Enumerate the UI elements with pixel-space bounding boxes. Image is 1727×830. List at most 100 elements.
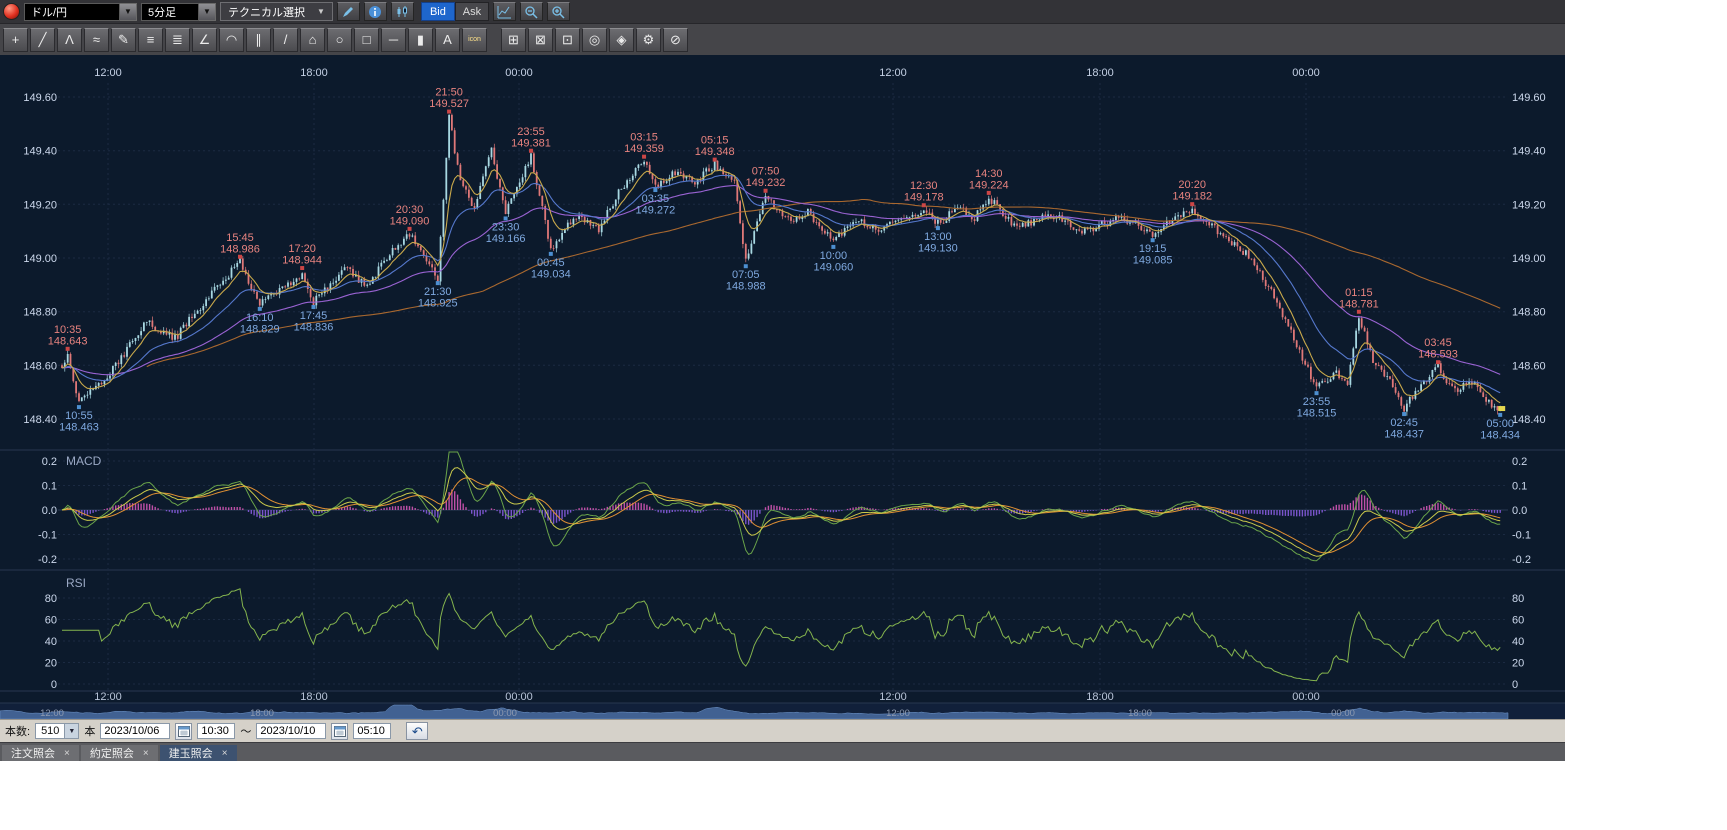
angle-line-tool-button[interactable]: / [273,28,298,52]
time-from-input[interactable] [197,723,235,739]
calendar-from-button[interactable] [175,723,192,740]
svg-text:19:15: 19:15 [1139,243,1167,255]
crosshair-tool-button[interactable]: + [3,28,28,52]
draw-mode-button[interactable] [337,2,360,21]
svg-text:21:30: 21:30 [424,286,452,298]
technical-select-button[interactable]: テクニカル選択 ▼ [220,2,333,21]
svg-text:149.224: 149.224 [969,179,1009,191]
svg-text:0: 0 [1512,679,1518,691]
wave-line-tool-button[interactable]: ≈ [84,28,109,52]
svg-text:18:00: 18:00 [1086,691,1114,703]
bar-count-select[interactable]: 510 ▼ [35,723,79,739]
bottom-tabs: 注文照会× 約定照会 × 建玉照会 × [0,742,1565,761]
svg-text:03:45: 03:45 [1424,337,1452,349]
calendar-icon [334,725,346,737]
fibonacci-timezone-tool-button[interactable]: ∥ [246,28,271,52]
technical-select-label: テクニカル選択 [228,4,305,20]
stamp-3-icon: ⊡ [562,33,573,46]
chevron-down-icon[interactable]: ▼ [199,3,216,21]
trendline-tool-button[interactable]: ╱ [30,28,55,52]
pencil-tool-button[interactable]: ✎ [111,28,136,52]
eraser-icon: ◈ [617,33,627,46]
svg-text:23:55: 23:55 [1303,396,1331,408]
fibonacci-arc-tool-button[interactable]: ◠ [219,28,244,52]
stamp-2-tool-button[interactable]: ⊠ [528,28,553,52]
object-settings-icon: ⚙ [643,33,655,46]
close-icon[interactable]: × [143,748,149,759]
tab-label: 建玉照会 [169,745,213,761]
time-to-input[interactable] [353,723,391,739]
horizontal-lines-icon: ≡ [147,33,155,46]
ask-toggle-button[interactable]: Ask [455,2,489,21]
currency-pair-select[interactable]: ドル/円 ▼ [24,3,137,21]
svg-text:18:00: 18:00 [1086,67,1114,79]
clear-all-tool-button[interactable]: ⊘ [663,28,688,52]
vertical-line-tool-button[interactable]: ▮ [408,28,433,52]
timeframe-select[interactable]: 5分足 ▼ [141,3,216,21]
date-to-input[interactable] [256,723,326,739]
close-icon[interactable]: × [222,748,228,759]
chevron-down-icon[interactable]: ▼ [120,3,137,21]
tab-label: 約定照会 [90,745,134,761]
svg-text:149.00: 149.00 [1512,253,1546,265]
zoom-out-button[interactable] [520,2,543,21]
icon-stamp-tool-button[interactable]: icon [462,28,487,52]
ellipse-icon: ○ [336,33,344,46]
polyline-tool-button[interactable]: Λ [57,28,82,52]
rectangle-tool-button[interactable]: □ [354,28,379,52]
svg-text:148.463: 148.463 [59,422,99,434]
svg-text:18:00: 18:00 [250,708,274,719]
tab-3[interactable]: 建玉照会 × [160,745,237,761]
tab-2[interactable]: 約定照会 × [81,745,158,761]
tab-1[interactable]: 注文照会× [2,745,79,761]
calendar-icon [178,725,190,737]
bid-toggle-button[interactable]: Bid [421,2,455,21]
info-button[interactable] [364,2,387,21]
date-from-input[interactable] [100,723,170,739]
rectangle-icon: □ [363,33,371,46]
icon-stamp-icon: icon [468,36,481,43]
chart-window-button[interactable] [493,2,516,21]
horizontal-lines-tool-button[interactable]: ≡ [138,28,163,52]
crosshair-icon: + [12,33,20,46]
swing-low-marker [1151,238,1155,242]
svg-text:149.166: 149.166 [486,233,526,245]
trading-app-window: ドル/円 ▼ 5分足 ▼ テクニカル選択 ▼ Bid Ask [0,0,1565,757]
chart-canvas[interactable]: 12:0018:0000:0012:0018:0000:0010:35148.6… [0,55,1565,719]
svg-text:148.80: 148.80 [1512,307,1546,319]
svg-text:149.20: 149.20 [23,199,57,211]
swing-high-marker [1357,310,1361,314]
main-toolbar: ドル/円 ▼ 5分足 ▼ テクニカル選択 ▼ Bid Ask [0,0,1565,23]
ellipse-tool-button[interactable]: ○ [327,28,352,52]
zoom-in-button[interactable] [547,2,570,21]
pentagon-tool-button[interactable]: ⌂ [300,28,325,52]
gann-fan-tool-button[interactable]: ∠ [192,28,217,52]
close-icon[interactable]: × [64,748,70,759]
horizontal-line-tool-button[interactable]: ─ [381,28,406,52]
svg-text:15:45: 15:45 [226,232,254,244]
parallel-lines-tool-button[interactable]: ≣ [165,28,190,52]
svg-text:149.527: 149.527 [429,98,469,110]
svg-text:60: 60 [45,615,57,627]
stamp-2-icon: ⊠ [535,33,546,46]
chart-style-button[interactable] [391,2,414,21]
zoom-area-tool-button[interactable]: ◎ [582,28,607,52]
horizontal-line-icon: ─ [389,33,398,46]
svg-text:14:30: 14:30 [975,168,1003,180]
eraser-tool-button[interactable]: ◈ [609,28,634,52]
svg-text:-0.2: -0.2 [38,554,57,566]
svg-text:00:00: 00:00 [1331,708,1355,719]
stamp-3-tool-button[interactable]: ⊡ [555,28,580,52]
stamp-1-tool-button[interactable]: ⊞ [501,28,526,52]
object-settings-tool-button[interactable]: ⚙ [636,28,661,52]
undo-button[interactable]: ↶ [406,722,428,740]
swing-low-marker [1315,391,1319,395]
text-tool-button[interactable]: A [435,28,460,52]
app-logo-icon [3,3,20,20]
current-price-marker [1498,406,1505,411]
svg-text:149.40: 149.40 [23,146,57,158]
svg-text:149.60: 149.60 [1512,92,1546,104]
calendar-to-button[interactable] [331,723,348,740]
svg-text:07:50: 07:50 [752,166,780,178]
svg-text:18:00: 18:00 [300,691,328,703]
